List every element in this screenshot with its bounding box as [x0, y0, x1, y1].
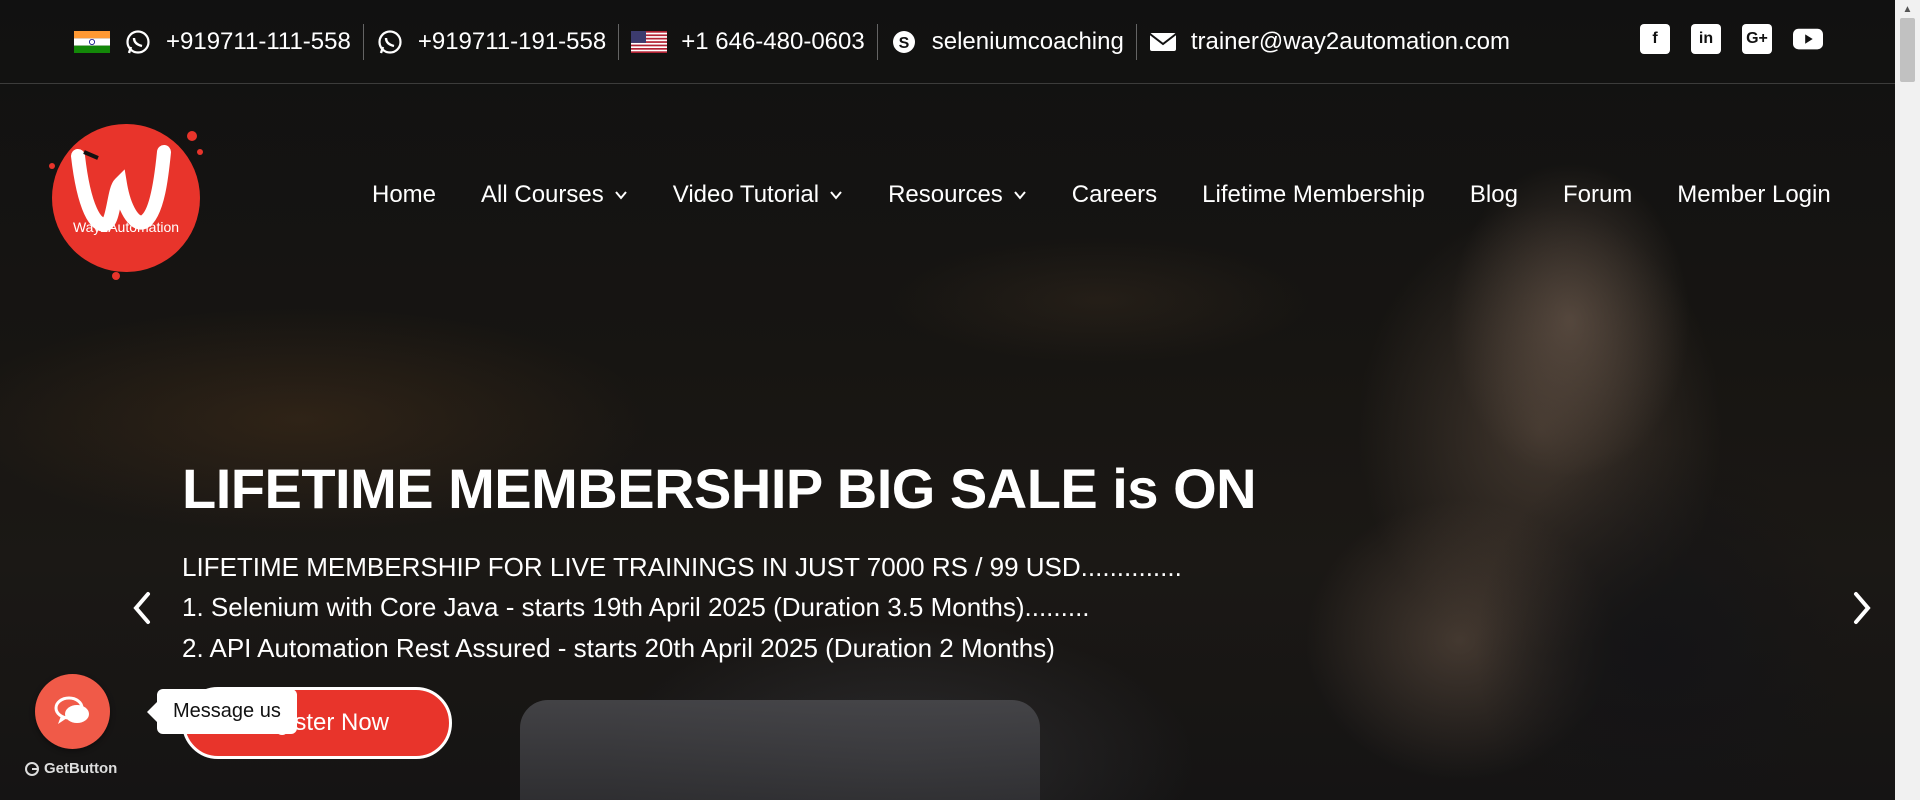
nav-member-login[interactable]: Member Login: [1677, 181, 1830, 209]
chevron-down-icon: [1014, 191, 1026, 200]
laptop-image: [520, 700, 1040, 800]
chevron-left-icon[interactable]: [128, 590, 156, 626]
logo-brand-text: Way2Automation: [73, 219, 179, 235]
nav-home[interactable]: Home: [372, 181, 436, 209]
phone-number: +1 646-480-0603: [681, 27, 865, 55]
chat-button[interactable]: [35, 674, 110, 749]
chat-tooltip: Message us: [147, 689, 297, 734]
skype-icon: S: [890, 28, 918, 56]
nav-forum[interactable]: Forum: [1563, 181, 1632, 209]
youtube-icon[interactable]: [1793, 24, 1823, 54]
email-address: trainer@way2automation.com: [1190, 27, 1511, 55]
hero-background: +919711-111-558 +919711-191-558 +1 646-4…: [0, 0, 1895, 800]
google-plus-icon[interactable]: G+: [1742, 24, 1772, 54]
nav-resources[interactable]: Resources: [888, 181, 1027, 209]
contact-whatsapp-india[interactable]: +919711-111-558: [62, 23, 364, 60]
hero-course-2: 2. API Automation Rest Assured - starts …: [182, 633, 1055, 663]
contact-whatsapp-2[interactable]: +919711-191-558: [364, 23, 620, 60]
hero-title: LIFETIME MEMBERSHIP BIG SALE is ON: [182, 457, 1257, 520]
usa-flag-icon: [631, 30, 668, 53]
chevron-down-icon: [830, 191, 842, 200]
site-logo[interactable]: Way2Automation: [44, 118, 206, 280]
skype-handle: seleniumcoaching: [931, 27, 1124, 55]
india-flag-icon: [74, 30, 110, 53]
linkedin-icon[interactable]: in: [1691, 24, 1721, 54]
main-nav: Home All Courses Video Tutorial Resource…: [372, 181, 1831, 209]
scroll-up-arrow-icon[interactable]: ▲: [1895, 0, 1920, 18]
hero-subtitle: LIFETIME MEMBERSHIP FOR LIVE TRAININGS I…: [182, 552, 1182, 582]
vertical-scrollbar[interactable]: ▲: [1895, 0, 1920, 800]
getbutton-branding[interactable]: GetButton: [24, 760, 117, 777]
chat-bubble-icon: [54, 696, 89, 724]
phone-number: +919711-191-558: [417, 27, 607, 55]
nav-video-tutorial[interactable]: Video Tutorial: [673, 181, 843, 209]
nav-blog[interactable]: Blog: [1470, 181, 1518, 209]
phone-number: +919711-111-558: [166, 27, 351, 55]
svg-text:S: S: [898, 35, 909, 52]
facebook-icon[interactable]: f: [1640, 24, 1670, 54]
whatsapp-icon: [124, 28, 152, 56]
contact-skype[interactable]: S seleniumcoaching: [878, 23, 1137, 60]
top-contact-bar: +919711-111-558 +919711-191-558 +1 646-4…: [0, 0, 1895, 84]
contact-phone-usa[interactable]: +1 646-480-0603: [619, 23, 878, 60]
whatsapp-icon: [376, 28, 404, 56]
contact-email[interactable]: trainer@way2automation.com: [1137, 24, 1522, 60]
hero-course-1: 1. Selenium with Core Java - starts 19th…: [182, 592, 1090, 622]
nav-lifetime-membership[interactable]: Lifetime Membership: [1202, 181, 1425, 209]
envelope-icon: [1149, 28, 1177, 56]
nav-all-courses[interactable]: All Courses: [481, 181, 628, 209]
scroll-thumb[interactable]: [1900, 18, 1915, 82]
chevron-down-icon: [614, 191, 627, 200]
nav-careers[interactable]: Careers: [1072, 181, 1157, 209]
chevron-right-icon[interactable]: [1848, 590, 1876, 626]
getbutton-logo-icon: [25, 761, 39, 776]
